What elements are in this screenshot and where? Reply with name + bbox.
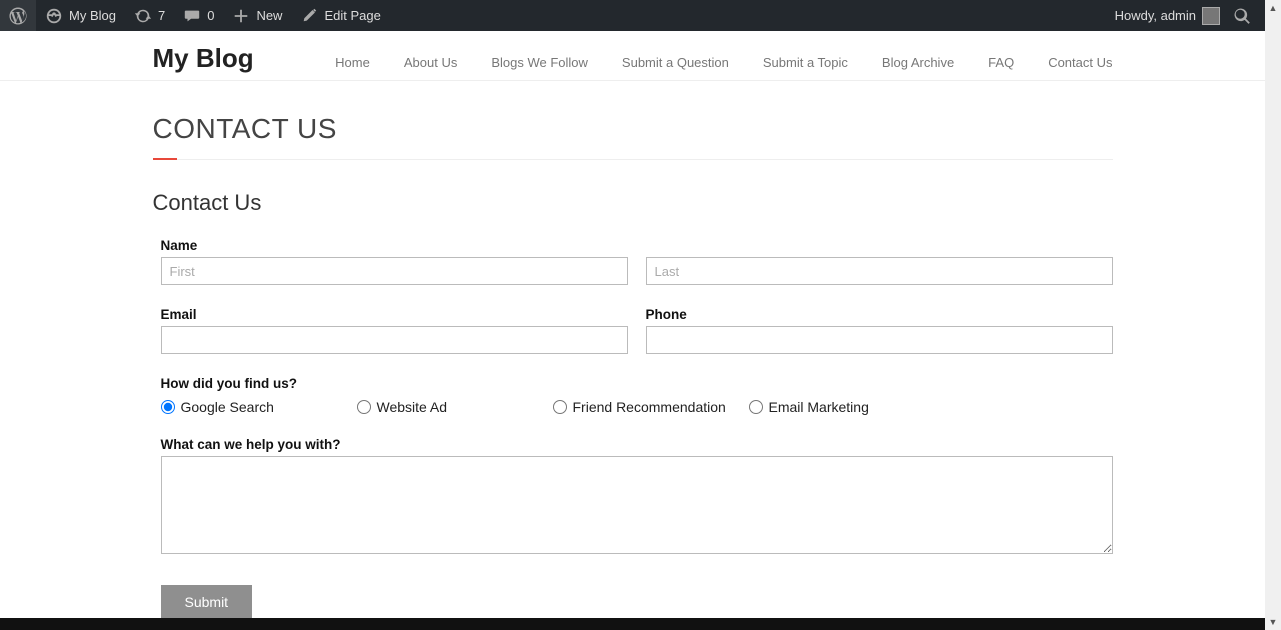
contact-form: Name Email Phone How did you find us?	[153, 238, 1113, 619]
submit-button[interactable]: Submit	[161, 585, 253, 619]
radio-friend-recommendation-input[interactable]	[553, 400, 567, 414]
avatar	[1202, 7, 1220, 25]
email-label: Email	[161, 307, 628, 322]
phone-label: Phone	[646, 307, 1113, 322]
updates-link[interactable]: 7	[125, 0, 174, 31]
plus-icon	[232, 7, 250, 25]
new-content-link[interactable]: New	[223, 0, 291, 31]
updates-count: 7	[158, 8, 165, 23]
phone-field[interactable]	[646, 326, 1113, 354]
admin-bar-right: Howdy, admin	[1106, 0, 1255, 31]
nav-submit-topic[interactable]: Submit a Topic	[763, 55, 848, 70]
site-footer	[0, 618, 1265, 630]
radio-email-marketing[interactable]: Email Marketing	[749, 399, 945, 415]
find-us-options: Google Search Website Ad Friend Recommen…	[161, 399, 1113, 415]
edit-page-link[interactable]: Edit Page	[291, 0, 389, 31]
howdy-text: Howdy, admin	[1115, 8, 1196, 23]
radio-label: Google Search	[181, 399, 274, 415]
scroll-up-arrow[interactable]: ▲	[1265, 0, 1281, 16]
radio-label: Website Ad	[377, 399, 448, 415]
nav-about-us[interactable]: About Us	[404, 55, 457, 70]
radio-website-ad-input[interactable]	[357, 400, 371, 414]
site-header: My Blog Home About Us Blogs We Follow Su…	[0, 31, 1265, 81]
name-label: Name	[161, 238, 1113, 253]
radio-email-marketing-input[interactable]	[749, 400, 763, 414]
scrollbar[interactable]: ▲ ▼	[1265, 0, 1281, 630]
new-label: New	[256, 8, 282, 23]
site-name-text: My Blog	[69, 8, 116, 23]
radio-google-search[interactable]: Google Search	[161, 399, 357, 415]
comment-icon	[183, 7, 201, 25]
find-us-label: How did you find us?	[161, 376, 1113, 391]
nav-blog-archive[interactable]: Blog Archive	[882, 55, 954, 70]
comments-count: 0	[207, 8, 214, 23]
edit-page-label: Edit Page	[324, 8, 380, 23]
my-account-link[interactable]: Howdy, admin	[1106, 0, 1229, 31]
help-textarea[interactable]	[161, 456, 1113, 554]
admin-bar-left: My Blog 7 0 New Edit Page	[0, 0, 390, 31]
first-name-field[interactable]	[161, 257, 628, 285]
radio-label: Friend Recommendation	[573, 399, 726, 415]
wordpress-icon	[9, 7, 27, 25]
site-name-link[interactable]: My Blog	[36, 0, 125, 31]
wp-logo[interactable]	[0, 0, 36, 31]
radio-label: Email Marketing	[769, 399, 869, 415]
scroll-down-arrow[interactable]: ▼	[1265, 614, 1281, 630]
radio-friend-recommendation[interactable]: Friend Recommendation	[553, 399, 749, 415]
nav-home[interactable]: Home	[335, 55, 370, 70]
radio-google-search-input[interactable]	[161, 400, 175, 414]
nav-contact-us[interactable]: Contact Us	[1048, 55, 1112, 70]
last-name-field[interactable]	[646, 257, 1113, 285]
site-title[interactable]: My Blog	[153, 43, 254, 74]
nav-submit-question[interactable]: Submit a Question	[622, 55, 729, 70]
form-title: Contact Us	[153, 190, 1113, 216]
wp-admin-bar: My Blog 7 0 New Edit Page	[0, 0, 1265, 31]
search-toggle[interactable]	[1229, 0, 1255, 31]
radio-website-ad[interactable]: Website Ad	[357, 399, 553, 415]
dashboard-icon	[45, 7, 63, 25]
email-field[interactable]	[161, 326, 628, 354]
nav-blogs-we-follow[interactable]: Blogs We Follow	[491, 55, 588, 70]
primary-nav: Home About Us Blogs We Follow Submit a Q…	[335, 55, 1112, 70]
page-content: CONTACT US Contact Us Name Email Phone H…	[0, 81, 1265, 619]
comments-link[interactable]: 0	[174, 0, 223, 31]
page-title: CONTACT US	[153, 81, 1113, 160]
search-icon	[1233, 7, 1251, 25]
pencil-icon	[300, 7, 318, 25]
update-icon	[134, 7, 152, 25]
help-label: What can we help you with?	[161, 437, 1113, 452]
nav-faq[interactable]: FAQ	[988, 55, 1014, 70]
